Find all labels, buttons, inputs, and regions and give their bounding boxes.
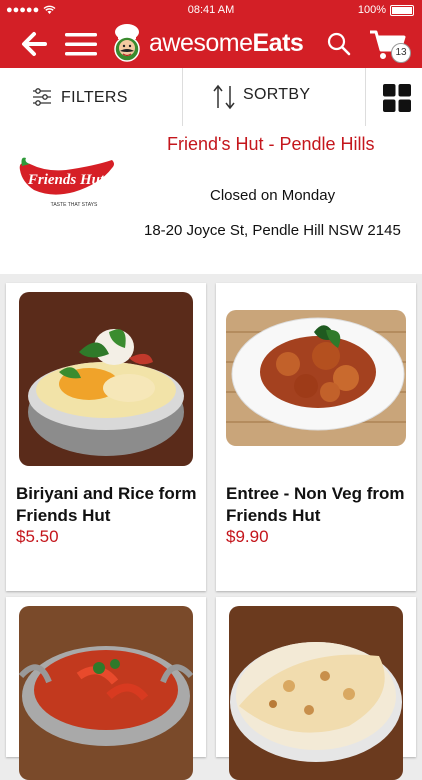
sort-arrows-icon — [213, 84, 235, 110]
search-icon[interactable] — [326, 31, 352, 57]
logo-tagline-text: TASTE THAT STAYS — [51, 202, 98, 208]
sortby-label: SORTBY — [243, 86, 311, 103]
app-bar: awesomeEats 13 — [0, 20, 422, 68]
restaurant-address: 18-20 Joyce St, Pendle Hill NSW 2145 — [144, 222, 401, 239]
filter-sort-toolbar: FILTERS SORTBY — [0, 68, 422, 127]
cart-count-badge: 13 — [391, 43, 411, 63]
chef-logo-icon — [114, 24, 140, 62]
grid-view-icon — [383, 84, 411, 112]
brand-wordmark: awesomeEats — [149, 29, 304, 58]
restaurant-logo: Friends Hut TASTE THAT STAYS — [19, 157, 114, 208]
status-bar: ●●●●● 08:41 AM 100% — [0, 0, 422, 20]
restaurant-status: Closed on Monday — [210, 187, 336, 204]
battery-indicator: 100% — [358, 4, 414, 16]
menu-item-price: $5.50 — [16, 527, 59, 546]
filters-label: FILTERS — [61, 89, 128, 106]
chicken-entree-image — [226, 292, 406, 466]
brand-light-text: awesome — [149, 29, 253, 57]
battery-percent: 100% — [357, 4, 386, 16]
sortby-button[interactable]: SORTBY — [183, 68, 366, 126]
menu-item-card[interactable]: Entree - Non Veg from Friends Hut $9.90 — [216, 283, 416, 591]
brand-bold-text: Eats — [252, 29, 304, 57]
logo-name-text: Friends Hut — [27, 172, 105, 188]
menu-item-card[interactable] — [6, 597, 206, 780]
menu-item-price: $9.90 — [226, 527, 269, 546]
hamburger-menu-icon[interactable] — [64, 30, 98, 58]
menu-item-title: Biriyani and Rice form Friends Hut — [16, 484, 197, 525]
restaurant-name: Friend's Hut - Pendle Hills — [167, 134, 375, 154]
filters-button[interactable]: FILTERS — [0, 68, 183, 126]
naan-image — [229, 606, 403, 780]
menu-item-card[interactable]: Biriyani and Rice form Friends Hut $5.50 — [6, 283, 206, 591]
restaurant-header: Friends Hut TASTE THAT STAYS Friend's Hu… — [0, 126, 422, 274]
battery-icon — [390, 4, 414, 16]
sliders-icon — [33, 88, 51, 106]
curry-image — [19, 606, 193, 780]
menu-item-card[interactable] — [216, 597, 416, 780]
menu-item-title: Entree - Non Veg from Friends Hut — [226, 484, 405, 525]
biriyani-image — [19, 292, 193, 466]
back-arrow-icon[interactable] — [20, 30, 48, 58]
grid-view-button[interactable] — [366, 68, 422, 126]
